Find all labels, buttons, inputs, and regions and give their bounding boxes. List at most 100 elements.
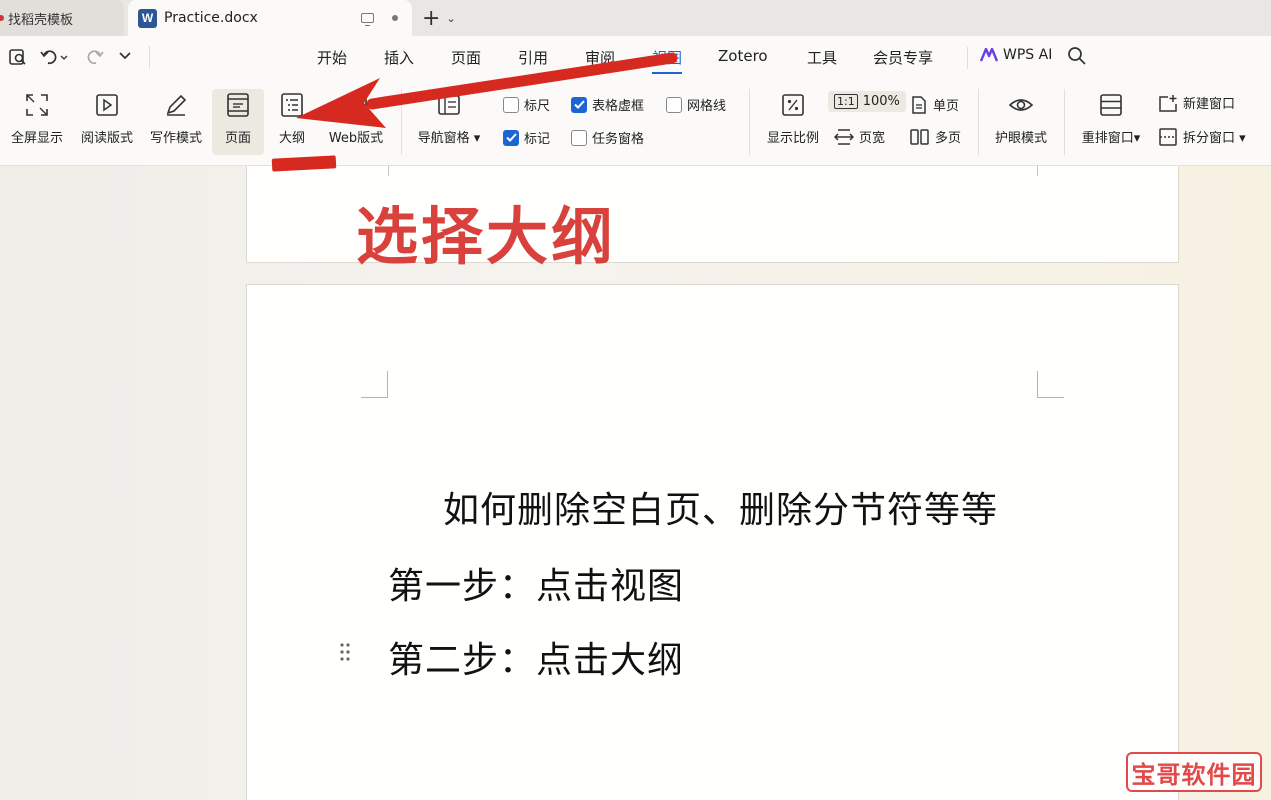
quick-access-more-icon[interactable] (118, 51, 132, 61)
play-book-icon (96, 94, 118, 116)
menu-home[interactable]: 开始 (317, 47, 347, 68)
checkbox-unchecked-icon[interactable] (571, 129, 587, 146)
page-width-label: 页宽 (859, 131, 886, 146)
one-to-one-icon: 1:1 (834, 94, 858, 109)
ruler-label: 标尺 (524, 99, 551, 114)
zoom-ratio-button[interactable]: 显示比例 (760, 89, 826, 155)
split-window-icon (1159, 127, 1177, 146)
chevron-down-icon[interactable]: ⌄ (446, 12, 455, 25)
split-window-button[interactable]: 拆分窗口 ▾ (1158, 127, 1246, 146)
rearrange-label: 重排窗口▾ (1081, 131, 1141, 146)
multi-page-button[interactable]: 多页 (910, 127, 961, 146)
task-pane-checkbox[interactable]: 任务窗格 (571, 128, 644, 147)
outline-view-label: 大纲 (278, 131, 305, 146)
print-preview-icon[interactable] (8, 47, 28, 67)
single-page-button[interactable]: 单页 (910, 95, 959, 114)
writing-mode-button[interactable]: 写作模式 (144, 89, 208, 155)
reading-mode-button[interactable]: 阅读版式 (76, 89, 138, 155)
web-layout-icon (345, 95, 367, 115)
fullscreen-button[interactable]: 全屏显示 (4, 89, 70, 155)
docer-logo-icon (0, 15, 4, 21)
tab-docer-templates[interactable]: 找稻壳模板 (0, 0, 124, 36)
menu-view[interactable]: 视图 (652, 47, 683, 74)
checkbox-checked-icon[interactable] (503, 129, 519, 146)
table-grid-checkbox[interactable]: 表格虚框 (571, 95, 644, 114)
marks-label: 标记 (524, 132, 551, 147)
web-layout-button[interactable]: Web版式 (322, 89, 390, 155)
menu-member[interactable]: 会员专享 (873, 47, 933, 68)
menu-bar: 开始 插入 页面 引用 审阅 视图 Zotero 工具 会员专享 WPS AI (0, 36, 1271, 79)
page-view-button[interactable]: 页面 (212, 89, 264, 155)
gridlines-checkbox[interactable]: 网格线 (666, 95, 726, 114)
divider (1064, 89, 1065, 155)
new-window-label: 新建窗口 (1183, 97, 1236, 112)
fullscreen-icon (26, 94, 48, 116)
eye-care-button[interactable]: 护眼模式 (988, 89, 1054, 155)
drag-handle-icon[interactable] (339, 642, 351, 662)
annotation-label: 选择大纲 (356, 200, 617, 273)
document-heading[interactable]: 如何删除空白页、删除分节符等等 (443, 481, 998, 533)
fullscreen-label: 全屏显示 (10, 131, 63, 146)
nav-pane-icon (438, 95, 460, 115)
multi-page-icon (910, 128, 929, 145)
new-window-button[interactable]: 新建窗口 (1158, 93, 1235, 112)
checkbox-unchecked-icon[interactable] (503, 96, 519, 113)
split-window-label: 拆分窗口 ▾ (1183, 131, 1246, 146)
document-page[interactable]: 如何删除空白页、删除分节符等等 第一步：点击视图 第二步：点击大纲 (246, 284, 1179, 800)
wps-ai-label: WPS AI (1003, 47, 1053, 63)
wps-ai-button[interactable]: WPS AI (980, 47, 1052, 63)
crop-mark (1037, 371, 1064, 398)
zoom-100-label: 100% (862, 94, 900, 109)
divider (401, 89, 402, 155)
crop-mark (1037, 166, 1038, 176)
document-canvas[interactable]: 如何删除空白页、删除分节符等等 第一步：点击视图 第二步：点击大纲 (0, 166, 1271, 800)
nav-pane-button[interactable]: 导航窗格 ▾ (410, 89, 488, 155)
menu-tools[interactable]: 工具 (807, 47, 837, 68)
crop-mark (388, 166, 389, 176)
menu-zotero[interactable]: Zotero (718, 47, 768, 65)
menu-review[interactable]: 审阅 (585, 47, 615, 68)
menu-references[interactable]: 引用 (518, 47, 548, 68)
menu-insert[interactable]: 插入 (384, 47, 414, 68)
page-view-label: 页面 (224, 131, 251, 146)
ruler-checkbox[interactable]: 标尺 (503, 95, 550, 114)
marks-checkbox[interactable]: 标记 (503, 128, 550, 147)
word-doc-icon: W (138, 8, 157, 28)
single-page-icon (912, 95, 926, 114)
checkbox-unchecked-icon[interactable] (666, 96, 682, 113)
zoom-100-button[interactable]: 1:1 100% (828, 91, 906, 112)
menu-page[interactable]: 页面 (451, 47, 481, 68)
rearrange-icon (1100, 94, 1122, 116)
page-view-icon (227, 93, 249, 117)
undo-icon[interactable] (40, 47, 68, 67)
gridlines-label: 网格线 (687, 99, 727, 114)
new-window-icon (1159, 94, 1177, 112)
nav-pane-label: 导航窗格 ▾ (417, 131, 481, 146)
reading-mode-label: 阅读版式 (80, 131, 133, 146)
outline-view-button[interactable]: 大纲 (268, 89, 316, 155)
tab-label: 找稻壳模板 (8, 12, 74, 28)
crop-mark (361, 371, 388, 398)
new-tab-button[interactable]: + ⌄ (422, 4, 466, 32)
monitor-icon[interactable] (361, 13, 374, 27)
web-layout-label: Web版式 (328, 131, 384, 146)
divider (978, 89, 979, 155)
document-paragraph[interactable]: 第一步：点击视图 (388, 557, 684, 609)
eye-icon (1008, 99, 1034, 111)
rearrange-windows-button[interactable]: 重排窗口▾ (1074, 89, 1148, 155)
checkbox-checked-icon[interactable] (571, 96, 587, 113)
page-width-button[interactable]: 页宽 (834, 127, 885, 146)
multi-page-label: 多页 (935, 131, 962, 146)
wps-ai-logo-icon (980, 48, 998, 62)
unsaved-dot-icon[interactable] (392, 15, 398, 21)
document-paragraph[interactable]: 第二步：点击大纲 (388, 631, 684, 683)
table-grid-label: 表格虚框 (592, 99, 645, 114)
divider (149, 46, 150, 68)
pen-icon (166, 94, 187, 116)
task-pane-label: 任务窗格 (592, 132, 645, 147)
tab-practice-docx[interactable]: W Practice.docx (128, 0, 412, 36)
redo-icon[interactable] (86, 47, 106, 67)
watermark-logo: 宝哥软件园 (1126, 752, 1262, 792)
tab-bar: 找稻壳模板 W Practice.docx + ⌄ (0, 0, 1271, 36)
search-icon[interactable] (1066, 45, 1088, 67)
